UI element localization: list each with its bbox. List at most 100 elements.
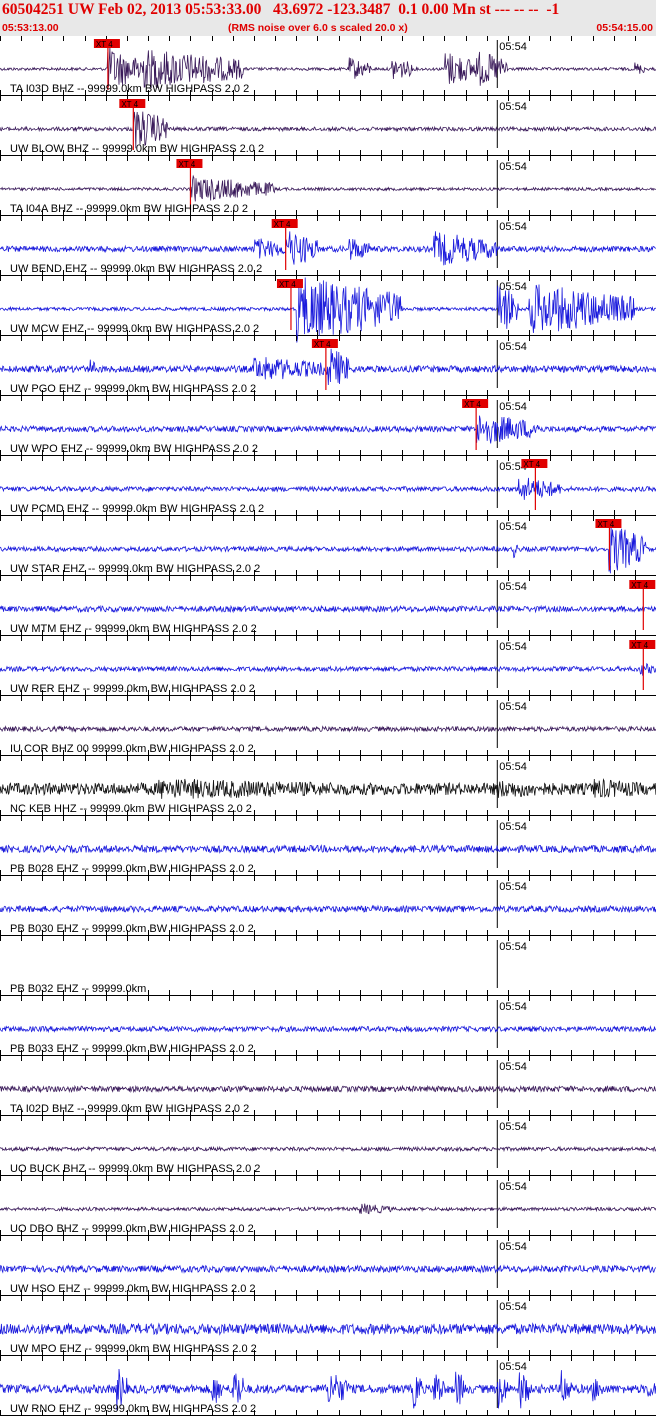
station-label: IU COR BHZ 00 99999.0km BW HIGHPASS 2.0 … <box>10 743 254 755</box>
trace-row: 05:54 XT 4 UW WPO EHZ -- 99999.0km BW HIGH… <box>0 396 656 456</box>
waveform <box>0 1203 656 1215</box>
station-label: PB B032 EHZ -- 99999.0km <box>10 983 146 995</box>
station-label: UW STAR EHZ -- 99999.0km BW HIGHPASS 2.0… <box>10 563 260 575</box>
waveform <box>0 604 656 614</box>
trace-row: 05:54 XT 4 UW MCW EHZ -- 99999.0km BW HIGH… <box>0 276 656 343</box>
trace-row: 05:54 XT 4 UW BLOW BHZ -- 99999.0km BW HIG… <box>0 96 656 156</box>
minute-label: 05:54 <box>499 341 527 353</box>
minute-label: 05:54 <box>499 521 527 533</box>
station-label: UW WPO EHZ -- 99999.0km BW HIGHPASS 2.0 … <box>10 443 258 455</box>
minute-label: 05:54 <box>499 641 527 653</box>
minute-label: 05:54 <box>499 1361 527 1373</box>
seismogram-plot: 05:54 XT 4 TA I03D BHZ -- 99999.0km BW HIG… <box>0 36 656 1416</box>
trace-row: 05:54 UO DBO BHZ -- 99999.0km BW HIGHPASS… <box>0 1176 656 1236</box>
minute-label: 05:54 <box>499 401 527 413</box>
minute-label: 05:54 <box>499 1301 527 1313</box>
minute-label: 05:54 <box>499 1181 527 1193</box>
station-label: PB B030 EHZ -- 99999.0km BW HIGHPASS 2.0… <box>10 923 254 935</box>
trace-row: 05:54 PB B030 EHZ -- 99999.0km BW HIGHPAS… <box>0 876 656 936</box>
station-label: TA I02D BHZ -- 99999.0km BW HIGHPASS 2.0… <box>10 1103 249 1115</box>
waveform <box>0 1084 656 1094</box>
station-label: UW BLOW BHZ -- 99999.0km BW HIGHPASS 2.0… <box>10 143 264 155</box>
station-label: UW MPO EHZ -- 99999.0km BW HIGHPASS 2.0 … <box>10 1343 257 1355</box>
trace-row: 05:54 XT 4 TA I03D BHZ -- 99999.0km BW HIG… <box>0 36 656 96</box>
station-label: PB B033 EHZ -- 99999.0km BW HIGHPASS 2.0… <box>10 1043 254 1055</box>
trace-row: 05:54 PB B028 EHZ -- 99999.0km BW HIGHPAS… <box>0 816 656 876</box>
minute-label: 05:54 <box>499 1001 527 1013</box>
event-title: 60504251 UW Feb 02, 2013 05:53:33.00 43.… <box>2 1 560 18</box>
pick-label: XT 4 <box>523 460 540 469</box>
start-time-label: 05:53:13.00 <box>2 22 59 34</box>
minute-label: 05:54 <box>499 761 527 773</box>
minute-label: 05:54 <box>499 581 527 593</box>
station-label: NC KEB HHZ -- 99999.0km BW HIGHPASS 2.0 … <box>10 803 252 815</box>
waveform <box>0 662 656 676</box>
end-time-label: 05:54:15.00 <box>596 22 653 34</box>
trace-row: 05:54 XT 4 TA I04A BHZ -- 99999.0km BW HIG… <box>0 156 656 216</box>
trace-row: 05:54 IU COR BHZ 00 99999.0km BW HIGHPASS… <box>0 696 656 756</box>
trace-row: 05:54 XT 4 UW BEND EHZ -- 99999.0km BW HIG… <box>0 216 656 276</box>
trace-row: 05:54 PB B033 EHZ -- 99999.0km BW HIGHPAS… <box>0 996 656 1056</box>
trace-row: 05:54 XT 4 UW RER EHZ -- 99999.0km BW HIGH… <box>0 636 656 696</box>
waveform <box>0 725 656 733</box>
pick-label: XT 4 <box>279 280 296 289</box>
pick-label: XT 4 <box>464 400 481 409</box>
trace-row: 05:54 NC KEB HHZ -- 99999.0km BW HIGHPASS… <box>0 756 656 816</box>
trace-row: 05:54 UW HSO EHZ -- 99999.0km BW HIGHPASS… <box>0 1236 656 1296</box>
minute-label: 05:54 <box>499 161 527 173</box>
minute-label: 05:54 <box>499 221 527 233</box>
pick-label: XT 4 <box>631 641 648 650</box>
station-label: UW BEND EHZ -- 99999.0km BW HIGHPASS 2.0… <box>10 263 262 275</box>
pick-label: XT 4 <box>121 100 138 109</box>
trace-row: 05:54 UO BUCK BHZ -- 99999.0km BW HIGHPAS… <box>0 1116 656 1176</box>
minute-label: 05:54 <box>499 1061 527 1073</box>
trace-row: 05:54 XT 4 UW MTM EHZ -- 99999.0km BW HIGH… <box>0 576 656 636</box>
station-label: TA I04A BHZ -- 99999.0km BW HIGHPASS 2.0… <box>10 203 248 215</box>
station-label: PB B028 EHZ -- 99999.0km BW HIGHPASS 2.0… <box>10 863 254 875</box>
trace-row: 05:54 XT 4 UW PGO EHZ -- 99999.0km BW HIGH… <box>0 336 656 396</box>
station-label: UW MTM EHZ -- 99999.0km BW HIGHPASS 2.0 … <box>10 623 257 635</box>
scaling-note: (RMS noise over 6.0 s scaled 20.0 x) <box>228 22 408 34</box>
station-label: UO DBO BHZ -- 99999.0km BW HIGHPASS 2.0 … <box>10 1223 254 1235</box>
minute-label: 05:54 <box>499 41 527 53</box>
trace-row: 05:54XT 4UW PCMD EHZ -- 99999.0km BW HIG… <box>0 456 656 516</box>
trace-row: 05:54 TA I02D BHZ -- 99999.0km BW HIGHPAS… <box>0 1056 656 1116</box>
pick-label: XT 4 <box>314 340 331 349</box>
station-label: UO BUCK BHZ -- 99999.0km BW HIGHPASS 2.0… <box>10 1163 260 1175</box>
station-label: UW MCW EHZ -- 99999.0km BW HIGHPASS 2.0 … <box>10 323 259 335</box>
station-label: UW PGO EHZ -- 99999.0km BW HIGHPASS 2.0 … <box>10 383 256 395</box>
trace-row: 05:54 UW MPO EHZ -- 99999.0km BW HIGHPASS… <box>0 1296 656 1356</box>
waveform <box>0 174 656 202</box>
waveform <box>0 1322 656 1336</box>
station-label: UW HSO EHZ -- 99999.0km BW HIGHPASS 2.0 … <box>10 1283 256 1295</box>
waveform <box>0 778 656 799</box>
waveform <box>0 904 656 914</box>
pick-label: XT 4 <box>631 581 648 590</box>
minute-label: 05:54 <box>499 101 527 113</box>
minute-label: 05:54 <box>499 941 527 953</box>
pick-label: XT 4 <box>597 520 614 529</box>
waveform <box>0 477 656 500</box>
minute-label: 05:54 <box>499 701 527 713</box>
waveform <box>0 47 656 89</box>
waveform <box>0 348 656 386</box>
waveform <box>0 843 656 855</box>
pick-label: XT 4 <box>178 160 195 169</box>
station-label: UW RNO EHZ -- 99999.0km BW HIGHPASS 2.0 … <box>10 1403 256 1415</box>
minute-label: 05:54 <box>499 1241 527 1253</box>
minute-label: 05:54 <box>499 821 527 833</box>
station-label: UW PCMD EHZ -- 99999.0km BW HIGHPASS 2.0… <box>10 503 264 515</box>
header-bar: 60504251 UW Feb 02, 2013 05:53:33.00 43.… <box>0 0 656 36</box>
waveform <box>0 1145 656 1153</box>
minute-label: 05:54 <box>499 281 527 293</box>
station-label: UW RER EHZ -- 99999.0km BW HIGHPASS 2.0 … <box>10 683 255 695</box>
station-label: TA I03D BHZ -- 99999.0km BW HIGHPASS 2.0… <box>10 83 249 95</box>
minute-label: 05:54 <box>499 881 527 893</box>
trace-row: 05:54 UW RNO EHZ -- 99999.0km BW HIGHPASS… <box>0 1356 656 1416</box>
waveform <box>0 1264 656 1274</box>
trace-row: 05:54 XT 4 UW STAR EHZ -- 99999.0km BW HIG… <box>0 516 656 576</box>
trace-row: 05:54 PB B032 EHZ -- 99999.0km <box>0 936 656 996</box>
waveform <box>0 415 656 444</box>
waveform <box>0 231 656 266</box>
waveform <box>0 1025 656 1034</box>
